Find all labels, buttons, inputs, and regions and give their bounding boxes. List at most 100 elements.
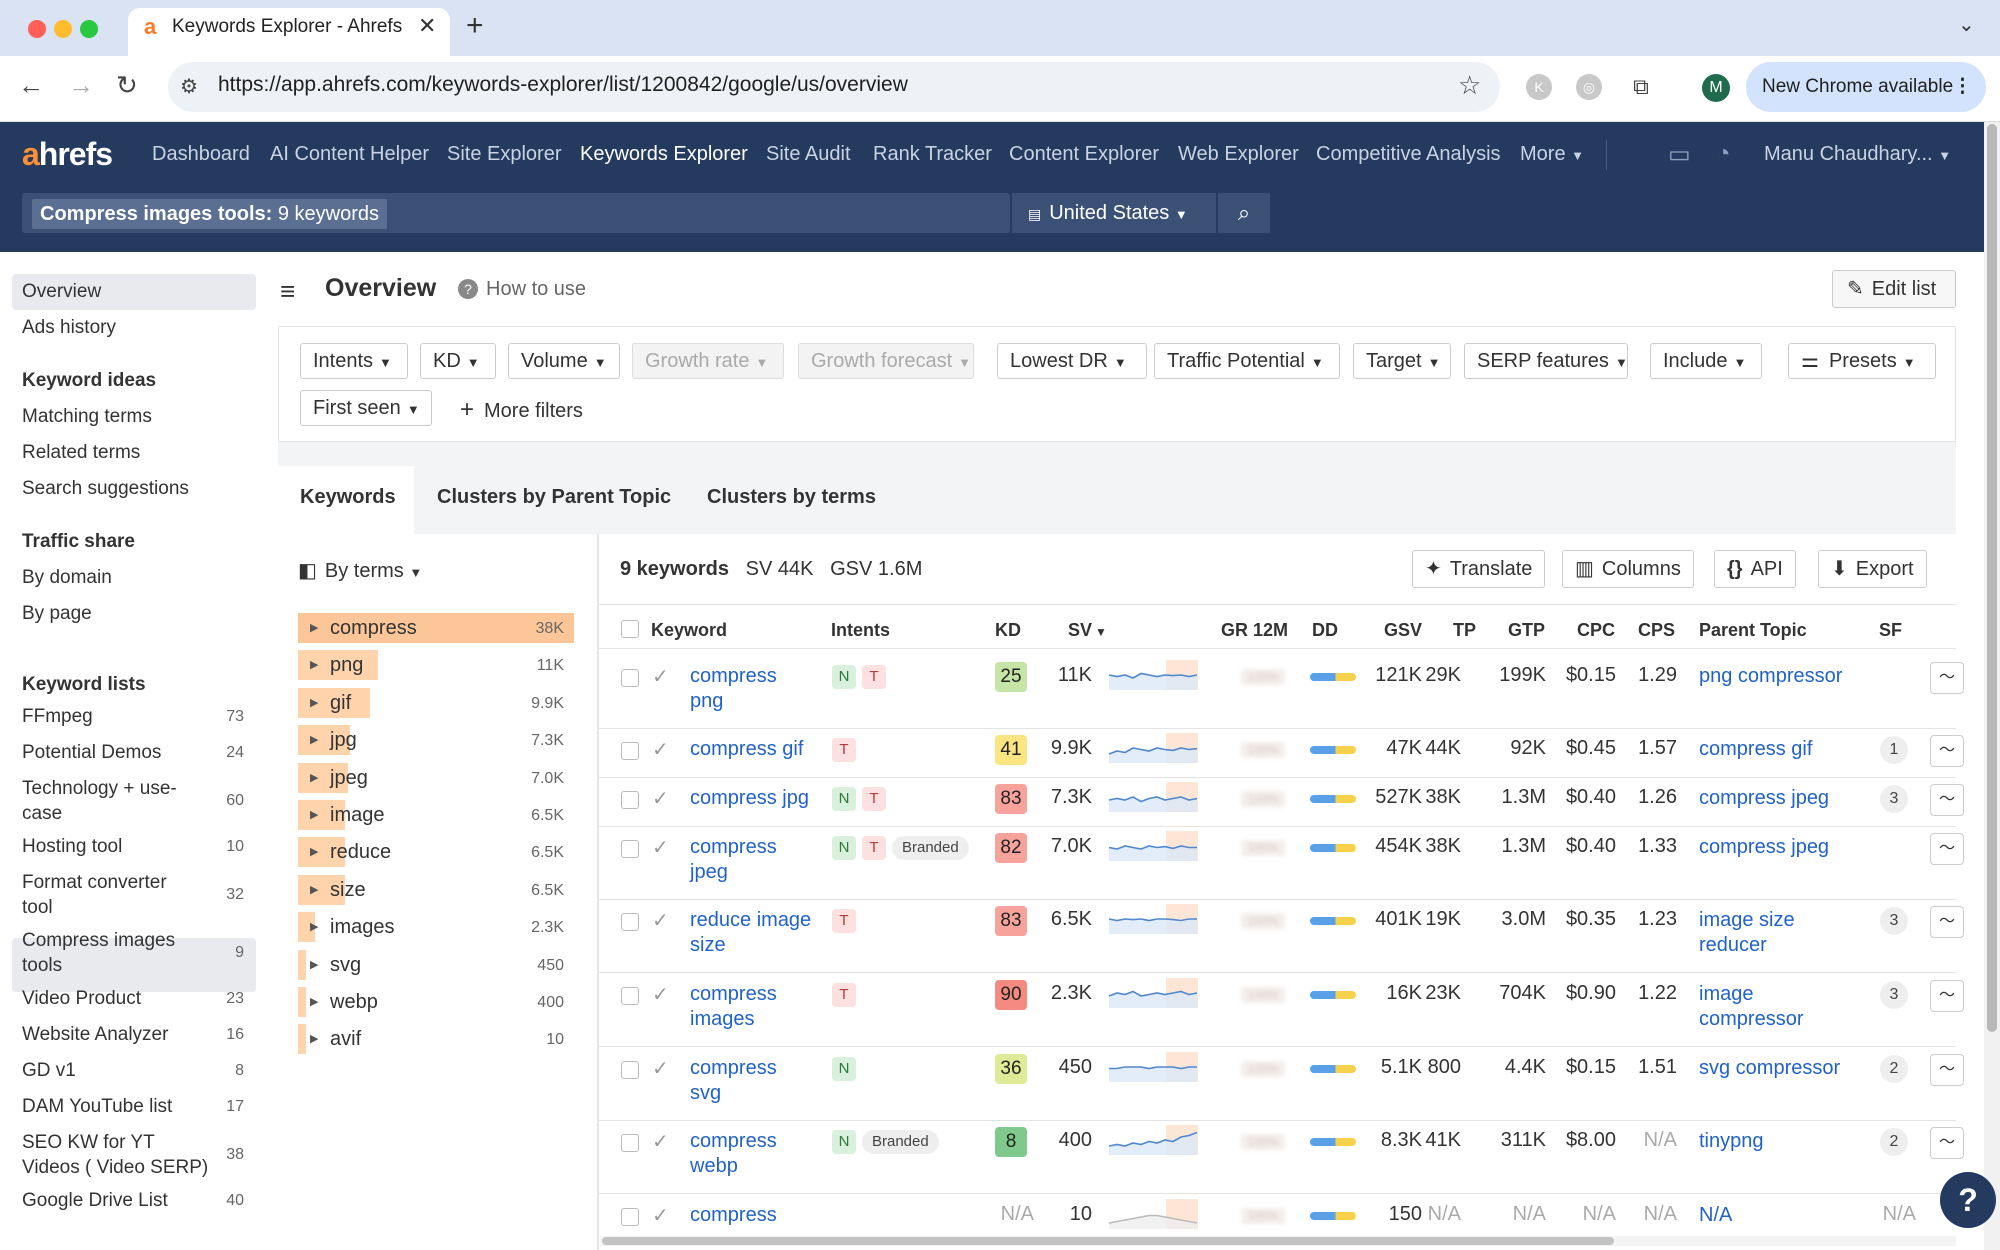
site-settings-icon[interactable]: ⚙ bbox=[180, 74, 198, 99]
serp-features-count[interactable]: 3 bbox=[1880, 981, 1908, 1009]
sidebar-item-matching-terms[interactable]: Matching terms bbox=[22, 406, 152, 428]
sidebar-list-name[interactable]: Website Analyzer bbox=[22, 1024, 168, 1046]
sidebar-list-name[interactable]: SEO KW for YT bbox=[22, 1132, 155, 1154]
sidebar-list-name[interactable]: Technology + use- bbox=[22, 778, 177, 800]
keyword-link[interactable]: compress bbox=[690, 1129, 777, 1154]
sidebar-item-related-terms[interactable]: Related terms bbox=[22, 442, 140, 464]
horizontal-scrollbar-thumb[interactable] bbox=[602, 1237, 1614, 1245]
nav-site-explorer[interactable]: Site Explorer bbox=[447, 143, 562, 166]
forward-icon[interactable]: → bbox=[68, 70, 94, 101]
extension-globe-icon[interactable]: ◎ bbox=[1576, 74, 1602, 100]
nav-dashboard[interactable]: Dashboard bbox=[152, 143, 250, 166]
vertical-scrollbar-thumb[interactable] bbox=[1987, 124, 1997, 1032]
col-sv[interactable]: SV ▼ bbox=[1068, 620, 1107, 641]
col-cpc[interactable]: CPC bbox=[1577, 620, 1615, 641]
sidebar-item-search-suggestions[interactable]: Search suggestions bbox=[22, 478, 189, 500]
nav-rank-tracker[interactable]: Rank Tracker bbox=[873, 143, 992, 166]
cluster-term[interactable]: svg bbox=[330, 954, 361, 977]
keyword-link-line2[interactable]: svg bbox=[690, 1081, 721, 1106]
col-cps[interactable]: CPS bbox=[1638, 620, 1675, 641]
filter-lowest-dr[interactable]: Lowest DR ▼ bbox=[997, 343, 1147, 379]
col-tp[interactable]: TP bbox=[1453, 620, 1476, 641]
expand-triangle-icon[interactable]: ▶ bbox=[310, 845, 318, 858]
serp-features-count[interactable]: 2 bbox=[1880, 1055, 1908, 1083]
tab-keywords[interactable]: Keywords bbox=[300, 486, 396, 509]
search-button[interactable]: ⌕ bbox=[1218, 193, 1270, 233]
row-checkbox[interactable] bbox=[621, 987, 639, 1005]
expand-triangle-icon[interactable]: ▶ bbox=[310, 696, 318, 709]
check-icon[interactable]: ✓ bbox=[652, 737, 669, 762]
columns-button[interactable]: ▥ Columns bbox=[1562, 550, 1694, 588]
col-dd[interactable]: DD bbox=[1312, 620, 1338, 641]
how-to-use-link[interactable]: ? How to use bbox=[458, 278, 586, 301]
profile-avatar[interactable]: M bbox=[1702, 74, 1730, 102]
row-checkbox[interactable] bbox=[621, 791, 639, 809]
parent-topic-link[interactable]: compress jpeg bbox=[1699, 835, 1829, 860]
keyword-link[interactable]: compress bbox=[690, 835, 777, 860]
keyword-link-line2[interactable]: jpeg bbox=[690, 860, 728, 885]
check-icon[interactable]: ✓ bbox=[652, 835, 669, 860]
expand-triangle-icon[interactable]: ▶ bbox=[310, 808, 318, 821]
col-keyword[interactable]: Keyword bbox=[651, 620, 727, 641]
filter-volume[interactable]: Volume ▼ bbox=[508, 343, 620, 379]
check-icon[interactable]: ✓ bbox=[652, 908, 669, 933]
cluster-term[interactable]: gif bbox=[330, 692, 351, 715]
filter-intents[interactable]: Intents ▼ bbox=[300, 343, 408, 379]
keyword-link-line2[interactable]: png bbox=[690, 689, 723, 714]
keyword-link[interactable]: compress gif bbox=[690, 737, 803, 762]
trend-chart-icon[interactable]: 〜 bbox=[1930, 1127, 1964, 1159]
row-checkbox[interactable] bbox=[621, 1134, 639, 1152]
api-button[interactable]: {} API bbox=[1714, 550, 1796, 588]
trend-chart-icon[interactable]: 〜 bbox=[1930, 980, 1964, 1012]
nav-web-explorer[interactable]: Web Explorer bbox=[1178, 143, 1299, 166]
sidebar-item-by-page[interactable]: By page bbox=[22, 603, 92, 625]
serp-features-count[interactable]: 1 bbox=[1880, 736, 1908, 764]
check-icon[interactable]: ✓ bbox=[652, 982, 669, 1007]
kebab-menu-icon[interactable]: ⋮ bbox=[1953, 62, 1972, 112]
sidebar-list-name[interactable]: Potential Demos bbox=[22, 742, 161, 764]
keyword-link[interactable]: compress bbox=[690, 1056, 777, 1081]
help-chat-button[interactable]: ? bbox=[1940, 1172, 1996, 1228]
row-checkbox[interactable] bbox=[621, 1061, 639, 1079]
row-checkbox[interactable] bbox=[621, 1208, 639, 1226]
col-kd[interactable]: KD bbox=[995, 620, 1021, 641]
serp-features-count[interactable]: 2 bbox=[1880, 1128, 1908, 1156]
extension-k-icon[interactable]: K bbox=[1526, 74, 1552, 100]
keyword-link[interactable]: compress bbox=[690, 1203, 777, 1228]
parent-topic-link[interactable]: image size bbox=[1699, 908, 1795, 933]
keyword-link[interactable]: compress bbox=[690, 664, 777, 689]
url-text[interactable]: https://app.ahrefs.com/keywords-explorer… bbox=[218, 73, 908, 97]
row-checkbox[interactable] bbox=[621, 742, 639, 760]
expand-triangle-icon[interactable]: ▶ bbox=[310, 1032, 318, 1045]
sidebar-list-name[interactable]: GD v1 bbox=[22, 1060, 76, 1082]
filter-first-seen[interactable]: First seen ▼ bbox=[300, 390, 432, 426]
cluster-term[interactable]: webp bbox=[330, 991, 378, 1014]
parent-topic-link[interactable]: image bbox=[1699, 982, 1753, 1007]
group-by-select[interactable]: ◧ By terms ▼ bbox=[298, 558, 422, 583]
parent-topic-link-line2[interactable]: reducer bbox=[1699, 933, 1767, 958]
nav-ai-content-helper[interactable]: AI Content Helper bbox=[270, 143, 429, 166]
trend-chart-icon[interactable]: 〜 bbox=[1930, 662, 1964, 694]
check-icon[interactable]: ✓ bbox=[652, 786, 669, 811]
ahrefs-logo[interactable]: ahrefs bbox=[22, 136, 113, 173]
check-icon[interactable]: ✓ bbox=[652, 1056, 669, 1081]
minimize-window-button[interactable] bbox=[54, 20, 72, 38]
back-icon[interactable]: ← bbox=[18, 70, 44, 101]
sidebar-list-name-line2[interactable]: Videos ( Video SERP) bbox=[22, 1157, 208, 1179]
filter-kd[interactable]: KD ▼ bbox=[420, 343, 496, 379]
more-filters-button[interactable]: + More filters bbox=[460, 396, 583, 424]
trend-chart-icon[interactable]: 〜 bbox=[1930, 1054, 1964, 1086]
row-checkbox[interactable] bbox=[621, 840, 639, 858]
sidebar-list-name[interactable]: FFmpeg bbox=[22, 706, 93, 728]
keyword-link-line2[interactable]: webp bbox=[690, 1154, 738, 1179]
check-icon[interactable]: ✓ bbox=[652, 664, 669, 689]
nav-content-explorer[interactable]: Content Explorer bbox=[1009, 143, 1159, 166]
col-gtp[interactable]: GTP bbox=[1508, 620, 1545, 641]
col-sf[interactable]: SF bbox=[1879, 620, 1902, 641]
tab-search-chevron-icon[interactable]: ⌄ bbox=[1958, 12, 1975, 37]
cluster-term[interactable]: size bbox=[330, 879, 366, 902]
filter-include[interactable]: Include ▼ bbox=[1650, 343, 1762, 379]
expand-triangle-icon[interactable]: ▶ bbox=[310, 658, 318, 671]
keyword-link-line2[interactable]: size bbox=[690, 933, 726, 958]
close-tab-icon[interactable]: ✕ bbox=[418, 13, 436, 39]
